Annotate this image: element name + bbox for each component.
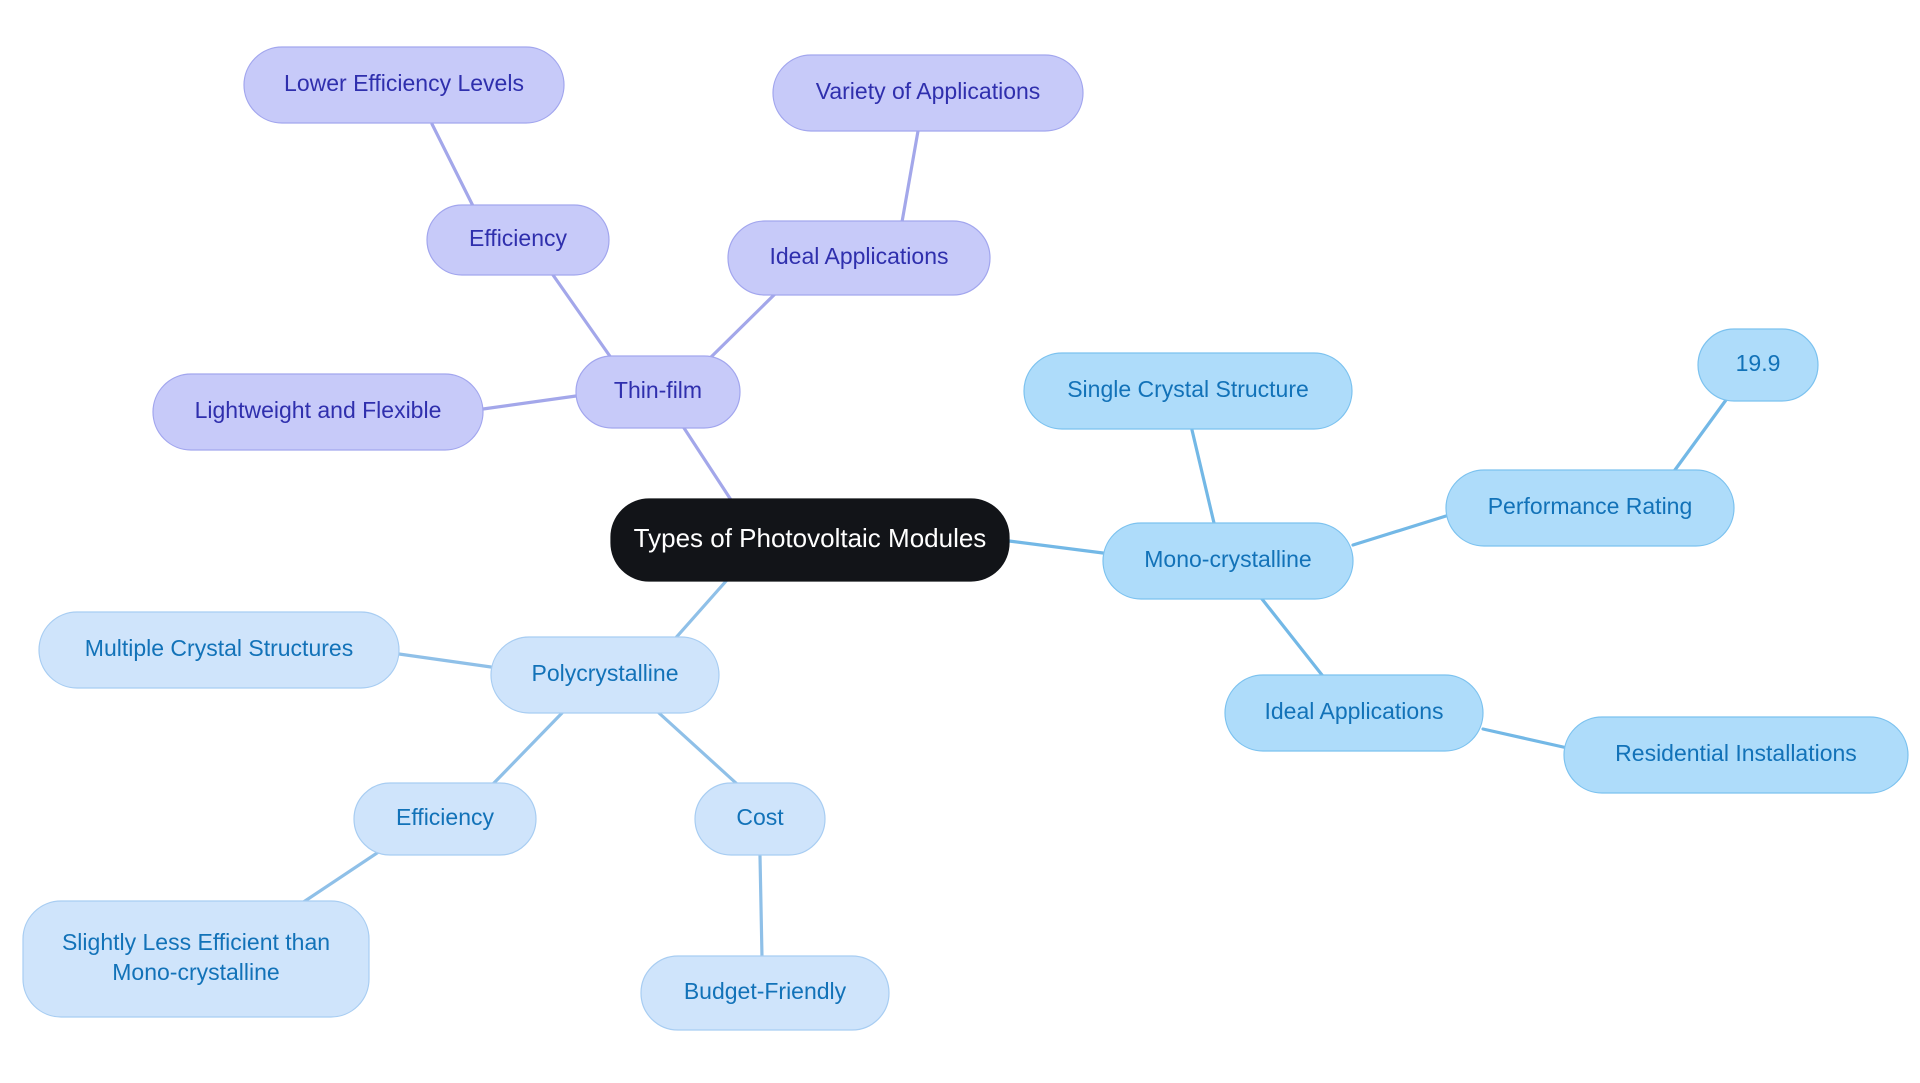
node-ideal-applications-thin[interactable]: Ideal Applications (727, 220, 991, 296)
node-variety-of-applications[interactable]: Variety of Applications (772, 54, 1084, 132)
node-lightweight-and-flexible[interactable]: Lightweight and Flexible (152, 373, 484, 451)
edge-cost-to-budget-friendly (758, 854, 764, 959)
node-label-budget-friendly: Budget-Friendly (684, 978, 847, 1004)
node-rating-value[interactable]: 19.9 (1697, 328, 1819, 402)
node-label-root: Types of Photovoltaic Modules (634, 523, 987, 553)
node-label-mono-crystalline: Mono-crystalline (1144, 546, 1311, 572)
node-budget-friendly[interactable]: Budget-Friendly (640, 955, 890, 1031)
node-cost[interactable]: Cost (694, 782, 826, 856)
node-root[interactable]: Types of Photovoltaic Modules (610, 498, 1010, 582)
node-residential-installations[interactable]: Residential Installations (1563, 716, 1909, 794)
edge-thin-film-to-lightweight-and-flexible (481, 394, 578, 411)
mindmap-canvas: Thin-film Efficiency Lower Efficiency Leve… (22, 46, 1909, 1031)
node-multiple-crystal-structures[interactable]: Multiple Crystal Structures (38, 611, 400, 689)
node-layer: Thin-film Efficiency Lower Efficiency Leve… (22, 46, 1909, 1031)
node-thin-film[interactable]: Thin-film (575, 355, 741, 429)
edge-performance-rating-to-rating-value (1670, 398, 1728, 476)
edge-ideal-applications-mono-to-residential-installations (1481, 727, 1574, 751)
node-label-rating-value: 19.9 (1736, 350, 1781, 376)
edge-ideal-applications-thin-to-variety-of-applications (900, 129, 920, 224)
node-ideal-applications-mono[interactable]: Ideal Applications (1224, 674, 1484, 752)
edge-thin-film-to-efficiency-thin (551, 273, 616, 364)
node-efficiency-poly[interactable]: Efficiency (353, 782, 537, 856)
edge-root-to-mono-crystalline (1007, 539, 1105, 555)
edge-polycrystalline-to-multiple-crystal-structures (397, 652, 493, 669)
node-performance-rating[interactable]: Performance Rating (1445, 469, 1735, 547)
edge-root-to-polycrystalline (671, 578, 729, 643)
edge-thin-film-to-ideal-applications-thin (704, 291, 778, 364)
node-label-thin-film: Thin-film (614, 377, 702, 403)
edge-polycrystalline-to-efficiency-poly (491, 711, 564, 786)
edge-root-to-thin-film (682, 426, 735, 505)
node-label-ideal-applications-thin: Ideal Applications (769, 243, 948, 269)
node-label-single-crystal-structure: Single Crystal Structure (1067, 376, 1309, 402)
node-label-efficiency-poly: Efficiency (396, 804, 495, 830)
edge-polycrystalline-to-cost (657, 711, 739, 786)
edge-efficiency-thin-to-lower-efficiency-levels (430, 122, 476, 210)
edge-mono-crystalline-to-single-crystal-structure (1190, 428, 1216, 525)
node-label-lower-efficiency-levels: Lower Efficiency Levels (284, 70, 524, 96)
node-efficiency-thin[interactable]: Efficiency (426, 204, 610, 276)
edge-mono-crystalline-to-ideal-applications-mono (1260, 597, 1324, 677)
node-label-ideal-applications-mono: Ideal Applications (1264, 698, 1443, 724)
mindmap-diagram: Thin-film Efficiency Lower Efficiency Leve… (0, 0, 1920, 1083)
edge-mono-crystalline-to-performance-rating (1351, 514, 1448, 547)
node-lower-efficiency-levels[interactable]: Lower Efficiency Levels (243, 46, 565, 124)
node-label-efficiency-thin: Efficiency (469, 225, 568, 251)
node-mono-crystalline[interactable]: Mono-crystalline (1102, 522, 1354, 600)
edge-efficiency-poly-to-slightly-less-efficient (300, 847, 385, 905)
node-label-residential-installations: Residential Installations (1615, 740, 1857, 766)
node-single-crystal-structure[interactable]: Single Crystal Structure (1023, 352, 1353, 430)
node-slightly-less-efficient[interactable]: Slightly Less Efficient than Mono-crystal… (22, 900, 370, 1018)
node-label-variety-of-applications: Variety of Applications (816, 78, 1041, 104)
node-label-multiple-crystal-structures: Multiple Crystal Structures (85, 635, 353, 661)
node-label-cost: Cost (736, 804, 784, 830)
node-label-performance-rating: Performance Rating (1488, 493, 1693, 519)
node-label-polycrystalline: Polycrystalline (532, 660, 679, 686)
node-polycrystalline[interactable]: Polycrystalline (490, 636, 720, 714)
node-label-lightweight-and-flexible: Lightweight and Flexible (195, 397, 442, 423)
